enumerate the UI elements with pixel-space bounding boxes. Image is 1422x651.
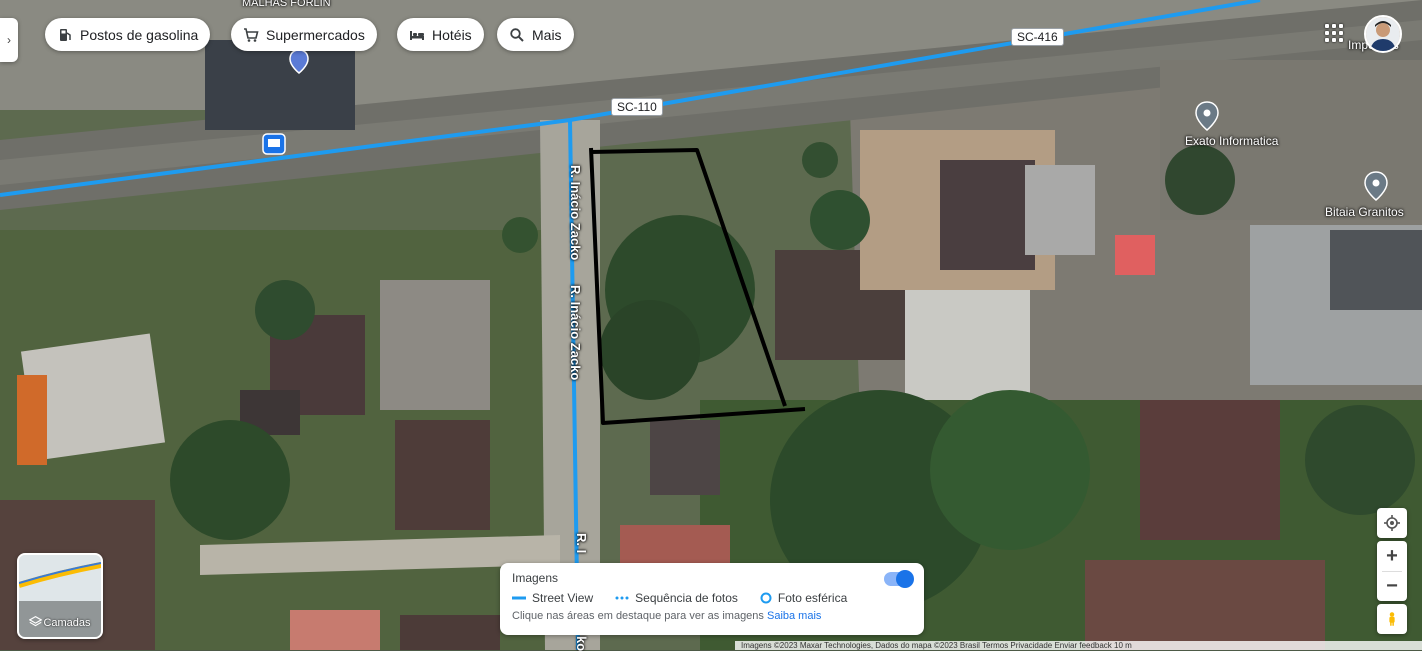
imagery-toggle[interactable] [884,570,914,588]
chip-label: Mais [532,26,562,43]
search-icon [510,27,524,42]
satellite-map[interactable] [0,0,1422,650]
chip-label: Postos de gasolina [80,26,199,43]
legend-label: Street View [532,591,594,605]
cart-icon [244,27,259,42]
legend-spherical: Foto esférica [760,591,847,605]
chevron-right-icon: › [7,33,11,47]
legend-label: Sequência de fotos [635,591,738,605]
street-label-vertical: ko [574,636,589,651]
chip-more[interactable]: Mais [497,18,574,51]
pegman-button[interactable] [1377,604,1407,634]
chip-supermarkets[interactable]: Supermercados [231,18,377,51]
bed-icon [410,30,424,40]
chip-gas-stations[interactable]: Postos de gasolina [45,18,211,51]
bus-stop-icon[interactable] [262,133,286,155]
imagery-panel: Imagens Street View Sequência de fotos F… [500,563,924,635]
legend-street-view: Street View [512,591,593,605]
collapse-panel-button[interactable]: › [0,18,18,62]
gas-station-icon [60,28,71,41]
learn-more-link[interactable]: Saiba mais [767,610,821,622]
legend-label: Foto esférica [777,591,848,605]
poi-label[interactable]: Exato Informatica [1185,134,1278,148]
imagery-legend: Street View Sequência de fotos Foto esfé… [512,591,912,605]
poi-label[interactable]: Bitaia Granitos [1325,205,1404,219]
line-icon [512,596,526,600]
chip-label: Hotéis [432,26,472,43]
location-target-icon [1384,515,1400,531]
minus-icon: − [1386,575,1398,597]
road-shield-sc110: SC-110 [611,98,663,116]
dotted-line-icon [615,596,629,600]
zoom-control[interactable]: + − [1377,541,1407,601]
zoom-in-button[interactable]: + [1377,541,1407,571]
chip-label: Supermercados [266,26,365,43]
account-avatar[interactable] [1364,15,1402,53]
road-shield-sc416: SC-416 [1011,28,1064,46]
my-location-button[interactable] [1377,508,1407,538]
layers-button[interactable]: Camadas [17,553,103,639]
hint-text: Clique nas áreas em destaque para ver as… [512,610,764,622]
zoom-out-button[interactable]: − [1377,572,1407,601]
imagery-hint: Clique nas áreas em destaque para ver as… [512,610,912,622]
legend-sequence: Sequência de fotos [615,591,738,605]
circle-icon [760,592,772,604]
layers-label: Camadas [43,617,91,629]
street-label-vertical: R. Inácio Zacko [568,285,583,381]
poi-label[interactable]: MALHAS FORLIN [242,0,331,9]
map-footer: Imagens ©2023 Maxar Technologies, Dados … [735,641,1422,650]
plus-icon: + [1386,544,1398,567]
street-label-vertical: R. I [574,533,589,554]
chip-hotels[interactable]: Hotéis [397,18,484,51]
apps-grid-icon[interactable] [1325,24,1343,42]
street-label-vertical: R. Inácio Zacko [568,165,583,261]
pegman-icon [1389,612,1395,626]
imagery-panel-title: Imagens [512,571,559,585]
